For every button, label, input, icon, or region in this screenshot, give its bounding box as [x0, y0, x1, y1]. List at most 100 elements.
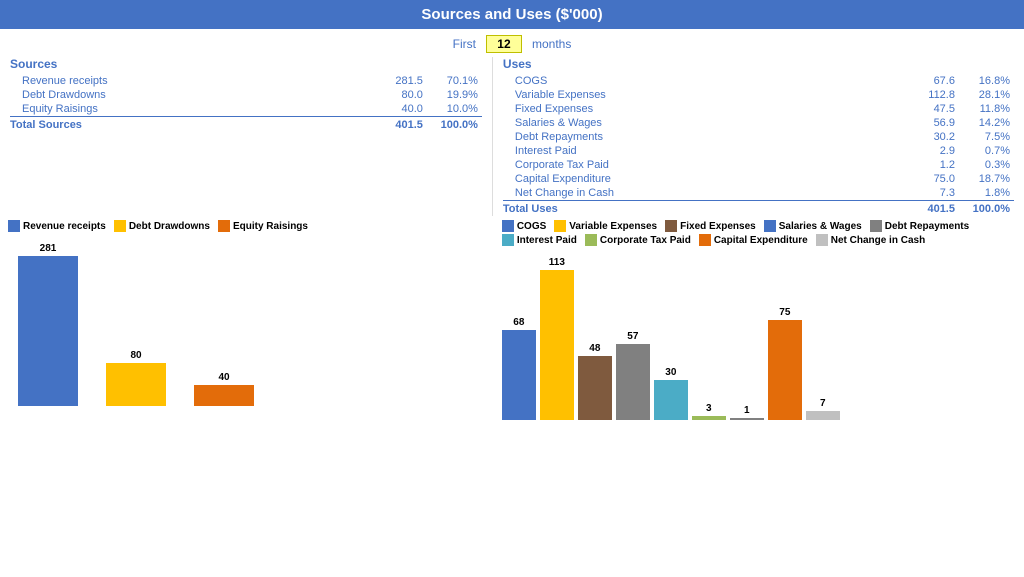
table-row: Revenue receipts 281.5 70.1%: [10, 74, 482, 88]
row-value: 281.5: [367, 74, 427, 88]
row-pct: 28.1%: [959, 88, 1014, 102]
legend-color-swatch: [870, 220, 882, 232]
bar-rect: [730, 418, 764, 420]
table-row: Debt Drawdowns 80.0 19.9%: [10, 88, 482, 102]
legend-color-swatch: [218, 220, 230, 232]
table-row: Corporate Tax Paid 1.2 0.3%: [503, 158, 1014, 172]
row-pct: 0.7%: [959, 144, 1014, 158]
bar-rect: [106, 363, 166, 406]
table-row: COGS 67.6 16.8%: [503, 74, 1014, 88]
uses-total-label: Total Uses: [503, 201, 899, 217]
legend-color-swatch: [699, 234, 711, 246]
row-value: 80.0: [367, 88, 427, 102]
uses-title: Uses: [503, 57, 1014, 71]
legend-color-swatch: [114, 220, 126, 232]
row-pct: 7.5%: [959, 130, 1014, 144]
row-label: Equity Raisings: [10, 102, 367, 117]
row-label: Capital Expenditure: [503, 172, 899, 186]
row-pct: 0.3%: [959, 158, 1014, 172]
bar-group: 1: [730, 250, 764, 420]
bar-group: 68: [502, 250, 536, 420]
bar-label: 113: [549, 257, 565, 268]
row-pct: 70.1%: [427, 74, 482, 88]
legend-label: Net Change in Cash: [831, 235, 925, 246]
months-label: months: [532, 37, 571, 51]
bar-rect: [806, 411, 840, 420]
bar-label: 40: [218, 372, 229, 383]
legend-color-swatch: [665, 220, 677, 232]
bar-group: 75: [768, 250, 802, 420]
bar-label: 80: [130, 350, 141, 361]
row-value: 40.0: [367, 102, 427, 117]
charts-area: Revenue receipts Debt Drawdowns Equity R…: [0, 220, 1024, 420]
bar-rect: [194, 385, 254, 406]
bar-group: 80: [106, 236, 166, 406]
row-label: Corporate Tax Paid: [503, 158, 899, 172]
bar-rect: [18, 256, 78, 406]
bar-rect: [540, 270, 574, 420]
row-value: 2.9: [899, 144, 959, 158]
row-value: 7.3: [899, 186, 959, 201]
table-row: Net Change in Cash 7.3 1.8%: [503, 186, 1014, 201]
bar-label: 48: [589, 343, 600, 354]
row-pct: 14.2%: [959, 116, 1014, 130]
uses-section: Uses COGS 67.6 16.8%Variable Expenses 11…: [492, 57, 1014, 216]
uses-legend: COGS Variable Expenses Fixed Expenses Sa…: [502, 220, 1002, 246]
row-label: Variable Expenses: [503, 88, 899, 102]
bar-group: 7: [806, 250, 840, 420]
legend-color-swatch: [8, 220, 20, 232]
row-value: 47.5: [899, 102, 959, 116]
legend-item: Salaries & Wages: [764, 220, 862, 232]
legend-color-swatch: [502, 220, 514, 232]
row-pct: 18.7%: [959, 172, 1014, 186]
bar-label: 1: [744, 405, 750, 416]
first-label: First: [453, 37, 476, 51]
legend-color-swatch: [816, 234, 828, 246]
legend-label: Equity Raisings: [233, 221, 308, 232]
bar-label: 7: [820, 398, 826, 409]
legend-item: Variable Expenses: [554, 220, 657, 232]
bar-label: 75: [779, 307, 790, 318]
bar-label: 57: [627, 331, 638, 342]
row-label: Debt Repayments: [503, 130, 899, 144]
legend-item: Fixed Expenses: [665, 220, 756, 232]
sources-title: Sources: [10, 57, 482, 71]
sources-chart: Revenue receipts Debt Drawdowns Equity R…: [8, 220, 492, 420]
bar-label: 3: [706, 403, 712, 414]
uses-total-pct: 100.0%: [959, 201, 1014, 217]
legend-item: Debt Repayments: [870, 220, 969, 232]
legend-color-swatch: [502, 234, 514, 246]
bar-group: 3: [692, 250, 726, 420]
row-pct: 1.8%: [959, 186, 1014, 201]
row-value: 30.2: [899, 130, 959, 144]
row-label: Salaries & Wages: [503, 116, 899, 130]
legend-label: Revenue receipts: [23, 221, 106, 232]
bar-group: 30: [654, 250, 688, 420]
row-value: 112.8: [899, 88, 959, 102]
legend-label: Interest Paid: [517, 235, 577, 246]
bar-group: 113: [540, 250, 574, 420]
sources-total-pct: 100.0%: [427, 117, 482, 133]
legend-item: Capital Expenditure: [699, 234, 808, 246]
legend-label: Salaries & Wages: [779, 221, 862, 232]
uses-bar-chart: 68 113 48 57 30 3 1 75 7: [502, 250, 1016, 420]
bar-label: 30: [665, 367, 676, 378]
sources-section: Sources Revenue receipts 281.5 70.1%Debt…: [10, 57, 492, 216]
row-label: COGS: [503, 74, 899, 88]
months-input[interactable]: 12: [486, 35, 522, 53]
bar-rect: [616, 344, 650, 420]
row-pct: 19.9%: [427, 88, 482, 102]
row-value: 56.9: [899, 116, 959, 130]
row-label: Interest Paid: [503, 144, 899, 158]
row-label: Net Change in Cash: [503, 186, 899, 201]
bar-rect: [768, 320, 802, 420]
legend-item: Net Change in Cash: [816, 234, 925, 246]
table-row: Salaries & Wages 56.9 14.2%: [503, 116, 1014, 130]
row-label: Debt Drawdowns: [10, 88, 367, 102]
uses-total-row: Total Uses 401.5 100.0%: [503, 201, 1014, 217]
row-label: Revenue receipts: [10, 74, 367, 88]
legend-label: Debt Repayments: [885, 221, 969, 232]
legend-label: Capital Expenditure: [714, 235, 808, 246]
table-row: Equity Raisings 40.0 10.0%: [10, 102, 482, 117]
row-value: 1.2: [899, 158, 959, 172]
